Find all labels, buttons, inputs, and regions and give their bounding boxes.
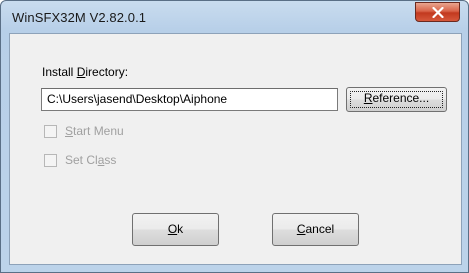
title-bar[interactable]: WinSFX32M V2.82.0.1 (1, 1, 468, 33)
reference-button[interactable]: Reference... (346, 87, 447, 112)
set-class-checkbox[interactable] (44, 154, 57, 167)
install-directory-input[interactable]: C:\Users\jasend\Desktop\Aiphone (41, 88, 338, 111)
start-menu-label: Start Menu (65, 124, 124, 138)
ok-button[interactable]: Ok (132, 213, 219, 246)
cancel-button[interactable]: Cancel (272, 213, 359, 246)
close-icon (432, 7, 444, 18)
set-class-label: Set Class (65, 153, 117, 167)
focus-rectangle (350, 91, 443, 108)
dialog-body: Install Directory: C:\Users\jasend\Deskt… (9, 33, 462, 265)
close-button[interactable] (415, 2, 460, 22)
dialog-window: WinSFX32M V2.82.0.1 Install Directory: C… (0, 0, 469, 273)
window-title: WinSFX32M V2.82.0.1 (12, 10, 147, 25)
start-menu-checkbox[interactable] (44, 125, 57, 138)
install-directory-label: Install Directory: (42, 65, 129, 79)
